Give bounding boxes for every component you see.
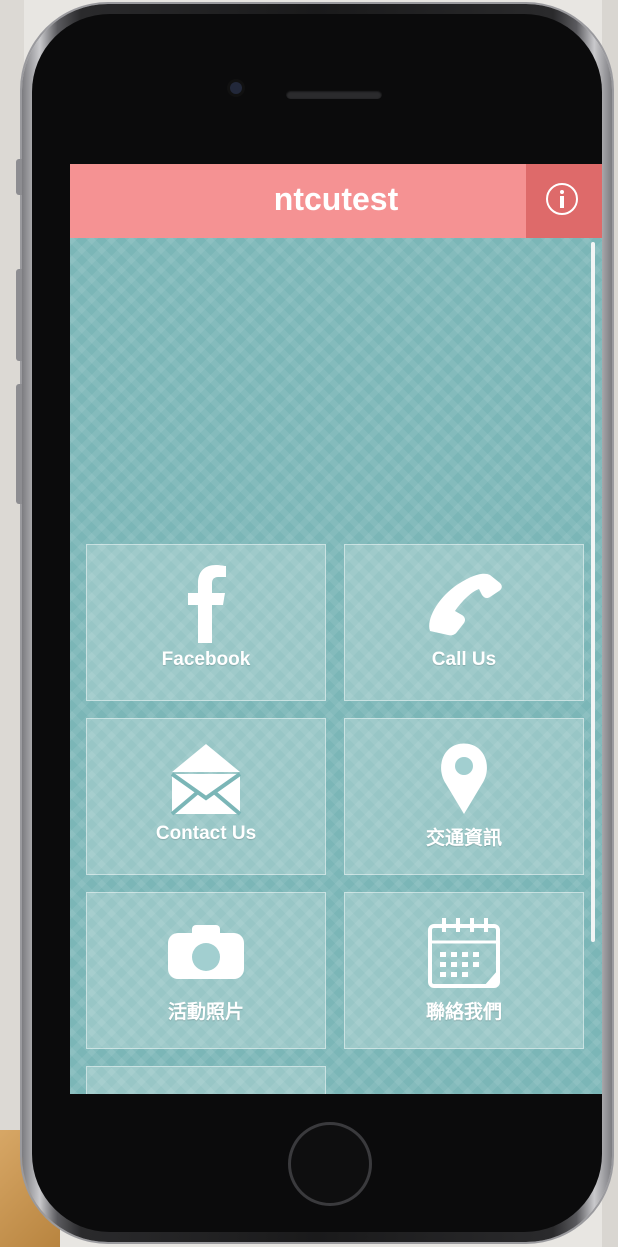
map-pin-icon [441,743,487,814]
tile-label: 活動照片 [167,1002,244,1023]
mute-switch [16,159,22,195]
tile-contact-us[interactable]: Contact Us [86,718,326,875]
scrollbar[interactable] [591,242,595,942]
phone-frame: ntcutest Facebook Call Us Contact Us 交通資… [16,4,612,1242]
tile-facebook[interactable]: Facebook [86,544,326,701]
info-icon [546,183,578,215]
tile-label: Call Us [431,649,497,670]
tile-transport-info[interactable]: 交通資訊 [344,718,584,875]
calendar-icon [428,918,500,988]
envelope-icon [170,744,242,816]
tile-call-us[interactable]: Call Us [344,544,584,701]
tile-contact-info[interactable]: 聯絡我們 [344,892,584,1049]
phone-bezel: ntcutest Facebook Call Us Contact Us 交通資… [32,14,602,1232]
camera-icon [168,925,244,979]
info-button[interactable] [526,164,602,238]
tile-label: Contact Us [155,823,257,844]
app-title: ntcutest [273,181,399,217]
phone-icon [429,573,502,636]
facebook-icon [188,565,226,643]
home-button[interactable] [288,1122,372,1206]
tile-label: 交通資訊 [425,828,502,849]
tile-partial[interactable] [86,1066,326,1094]
main-content[interactable]: Facebook Call Us Contact Us 交通資訊 活動照片 聯絡… [70,238,602,1094]
front-camera [230,82,242,94]
tile-event-photos[interactable]: 活動照片 [86,892,326,1049]
volume-up-button [16,269,22,361]
app-header: ntcutest [70,164,602,238]
tile-label: Facebook [161,649,251,670]
earpiece-speaker [286,90,382,99]
tile-label: 聯絡我們 [425,1002,502,1023]
app-screen: ntcutest Facebook Call Us Contact Us 交通資… [70,164,602,1094]
volume-down-button [16,384,22,504]
